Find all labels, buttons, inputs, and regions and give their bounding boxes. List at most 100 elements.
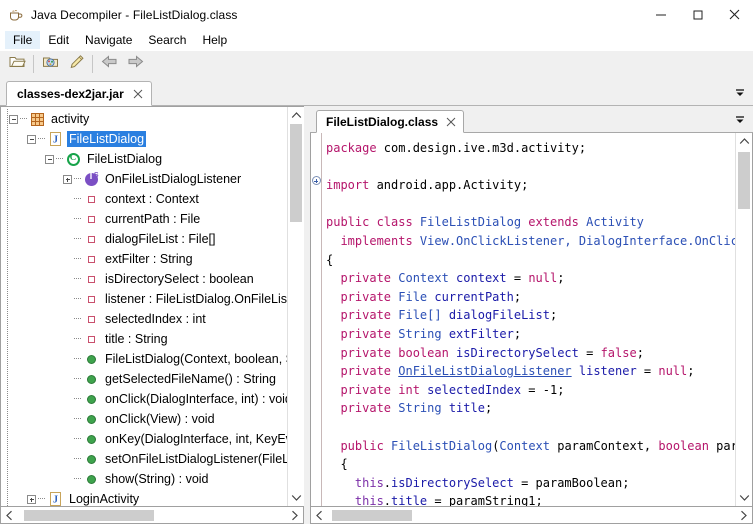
code-token: File (398, 289, 435, 304)
back-button[interactable] (96, 52, 122, 76)
tree-node[interactable]: currentPath : File (1, 209, 287, 229)
tree-connector (74, 189, 83, 209)
tree-vscroll-track[interactable] (288, 124, 304, 489)
open-file-button[interactable] (4, 52, 30, 76)
highlight-pencil-button[interactable] (63, 52, 89, 76)
code-token: private (326, 364, 399, 379)
tree-connector (74, 169, 83, 189)
tree-vertical-scrollbar[interactable] (287, 107, 304, 506)
collapse-node-icon[interactable] (43, 153, 56, 166)
open-file-icon (9, 54, 26, 74)
forward-button[interactable] (122, 52, 148, 76)
editor-scroll-right-button[interactable] (735, 510, 752, 521)
method-icon (83, 471, 99, 487)
tree-scroll-left-button[interactable] (1, 510, 18, 521)
code-token: . (383, 494, 392, 506)
tree-node[interactable]: FileListDialog(Context, boolean, String,… (1, 349, 287, 369)
tree-view[interactable]: activity J FileListDialog FileListDialog S On… (0, 106, 304, 507)
maximize-button[interactable] (679, 0, 716, 29)
tree-node[interactable]: setOnFileListDialogListener(FileListDial… (1, 449, 287, 469)
code-token: import (326, 178, 377, 193)
menu-edit[interactable]: Edit (40, 31, 77, 49)
tree-vscroll-thumb[interactable] (290, 124, 302, 222)
editor-horizontal-scrollbar[interactable] (310, 507, 753, 524)
tree-scroll-area[interactable]: activity J FileListDialog FileListDialog S On… (1, 107, 287, 506)
minimize-button[interactable] (642, 0, 679, 29)
field-icon (83, 251, 99, 267)
tree-node-label: listener : FileListDialog.OnFileListDial… (105, 292, 287, 306)
collapse-node-icon[interactable] (25, 133, 38, 146)
menu-help[interactable]: Help (194, 31, 235, 49)
tree-hscroll-track[interactable] (18, 508, 286, 523)
tree-indent (1, 129, 25, 149)
code-fold-gutter[interactable] (311, 133, 322, 506)
code-text-area[interactable]: package com.design.ive.m3d.activity; imp… (322, 133, 735, 506)
search-palette-button[interactable] (37, 52, 63, 76)
close-button[interactable] (716, 0, 753, 29)
editor-tab-close-icon[interactable] (445, 116, 457, 128)
expand-fold-icon[interactable] (311, 176, 321, 185)
tree-node[interactable]: context : Context (1, 189, 287, 209)
tree-node[interactable]: show(String) : void (1, 469, 287, 489)
project-tab-close-icon[interactable] (132, 88, 144, 100)
tree-node[interactable]: FileListDialog (1, 149, 287, 169)
tree-node[interactable]: getSelectedFileName() : String (1, 369, 287, 389)
tree-node[interactable]: onClick(DialogInterface, int) : void (1, 389, 287, 409)
collapse-node-icon[interactable] (7, 113, 20, 126)
tree-node[interactable]: J FileListDialog (1, 129, 287, 149)
editor-scroll-left-button[interactable] (311, 510, 328, 521)
tree-node[interactable]: onKey(DialogInterface, int, KeyEvent) : … (1, 429, 287, 449)
tree-hscroll-thumb[interactable] (24, 509, 154, 521)
tree-node-label: setOnFileListDialogListener(FileListDial… (105, 452, 287, 466)
tree-scroll-down-button[interactable] (288, 489, 304, 506)
svg-text:J: J (53, 135, 58, 146)
tree-node[interactable]: extFilter : String (1, 249, 287, 269)
editor-hscroll-thumb[interactable] (332, 509, 412, 521)
tree-node[interactable]: isDirectorySelect : boolean (1, 269, 287, 289)
editor-tab-filelistdialog[interactable]: FileListDialog.class (316, 110, 465, 133)
tree-horizontal-scrollbar[interactable] (0, 507, 304, 524)
tree-scroll-up-button[interactable] (288, 107, 304, 124)
tree-indent (1, 209, 61, 229)
code-token: ; (557, 271, 565, 286)
code-token: private (326, 308, 399, 323)
tree-connector (74, 469, 83, 489)
tree-node[interactable]: J LoginActivity (1, 489, 287, 506)
tree-indent (1, 149, 43, 169)
tree-node[interactable]: activity (1, 109, 287, 129)
code-editor[interactable]: package com.design.ive.m3d.activity; imp… (310, 133, 753, 507)
tree-node[interactable]: onClick(View) : void (1, 409, 287, 429)
back-arrow-icon (101, 55, 118, 73)
tree-node[interactable]: listener : FileListDialog.OnFileListDial… (1, 289, 287, 309)
menu-navigate[interactable]: Navigate (77, 31, 140, 49)
expand-node-icon[interactable] (61, 173, 74, 186)
field-icon (83, 211, 99, 227)
code-token: { (326, 252, 334, 267)
project-tab-classes-dex2jar[interactable]: classes-dex2jar.jar (6, 81, 152, 106)
editor-tab-overflow-chevron-down-icon[interactable] (733, 113, 747, 127)
code-token: false (600, 345, 637, 360)
tree-connector (74, 209, 83, 229)
editor-scroll-up-button[interactable] (736, 133, 752, 150)
editor-hscroll-track[interactable] (328, 508, 735, 523)
menu-search[interactable]: Search (140, 31, 194, 49)
tree-node[interactable]: selectedIndex : int (1, 309, 287, 329)
tree-connector (74, 269, 83, 289)
menu-file[interactable]: File (5, 30, 41, 49)
editor-vscroll-thumb[interactable] (738, 152, 750, 209)
tree-node[interactable]: dialogFileList : File[] (1, 229, 287, 249)
tab-overflow-chevron-down-icon[interactable] (733, 86, 747, 100)
tree-node[interactable]: title : String (1, 329, 287, 349)
code-token: = -1; (521, 382, 565, 397)
tree-node[interactable]: S OnFileListDialogListener (1, 169, 287, 189)
expand-node-icon[interactable] (25, 493, 38, 506)
editor-vertical-scrollbar[interactable] (735, 133, 752, 506)
editor-scroll-down-button[interactable] (736, 489, 752, 506)
tree-node-label: title : String (105, 332, 168, 346)
editor-vscroll-track[interactable] (736, 150, 752, 489)
tree-scroll-right-button[interactable] (286, 510, 303, 521)
code-token: String (398, 326, 449, 341)
